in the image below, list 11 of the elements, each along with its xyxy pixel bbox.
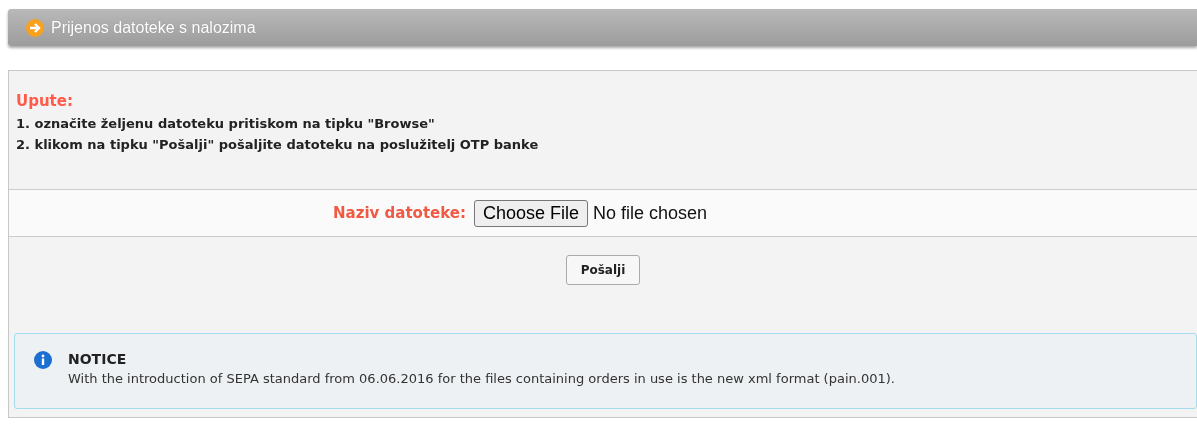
instruction-step: 2. klikom na tipku "Pošalji" pošaljite datoteku na poslužitelj OTP banke: [16, 137, 1197, 152]
page-title: Prijenos datoteke s nalozima: [51, 18, 256, 37]
notice-text: With the introduction of SEPA standard from 06.06.2016 for the files containing orders in use is the new xml format (pain.001).: [68, 371, 895, 386]
instruction-step: 1. označite željenu datoteku pritiskom na tipku "Browse": [16, 116, 1197, 131]
send-button[interactable]: Pošalji: [565, 255, 641, 285]
instructions-heading: Upute:: [16, 92, 74, 110]
notice-title: NOTICE: [68, 351, 128, 367]
info-icon: [34, 351, 52, 369]
file-label: Naziv datoteke:: [333, 204, 466, 222]
choose-file-button[interactable]: Choose File: [474, 199, 589, 227]
file-status: No file chosen: [593, 202, 708, 224]
